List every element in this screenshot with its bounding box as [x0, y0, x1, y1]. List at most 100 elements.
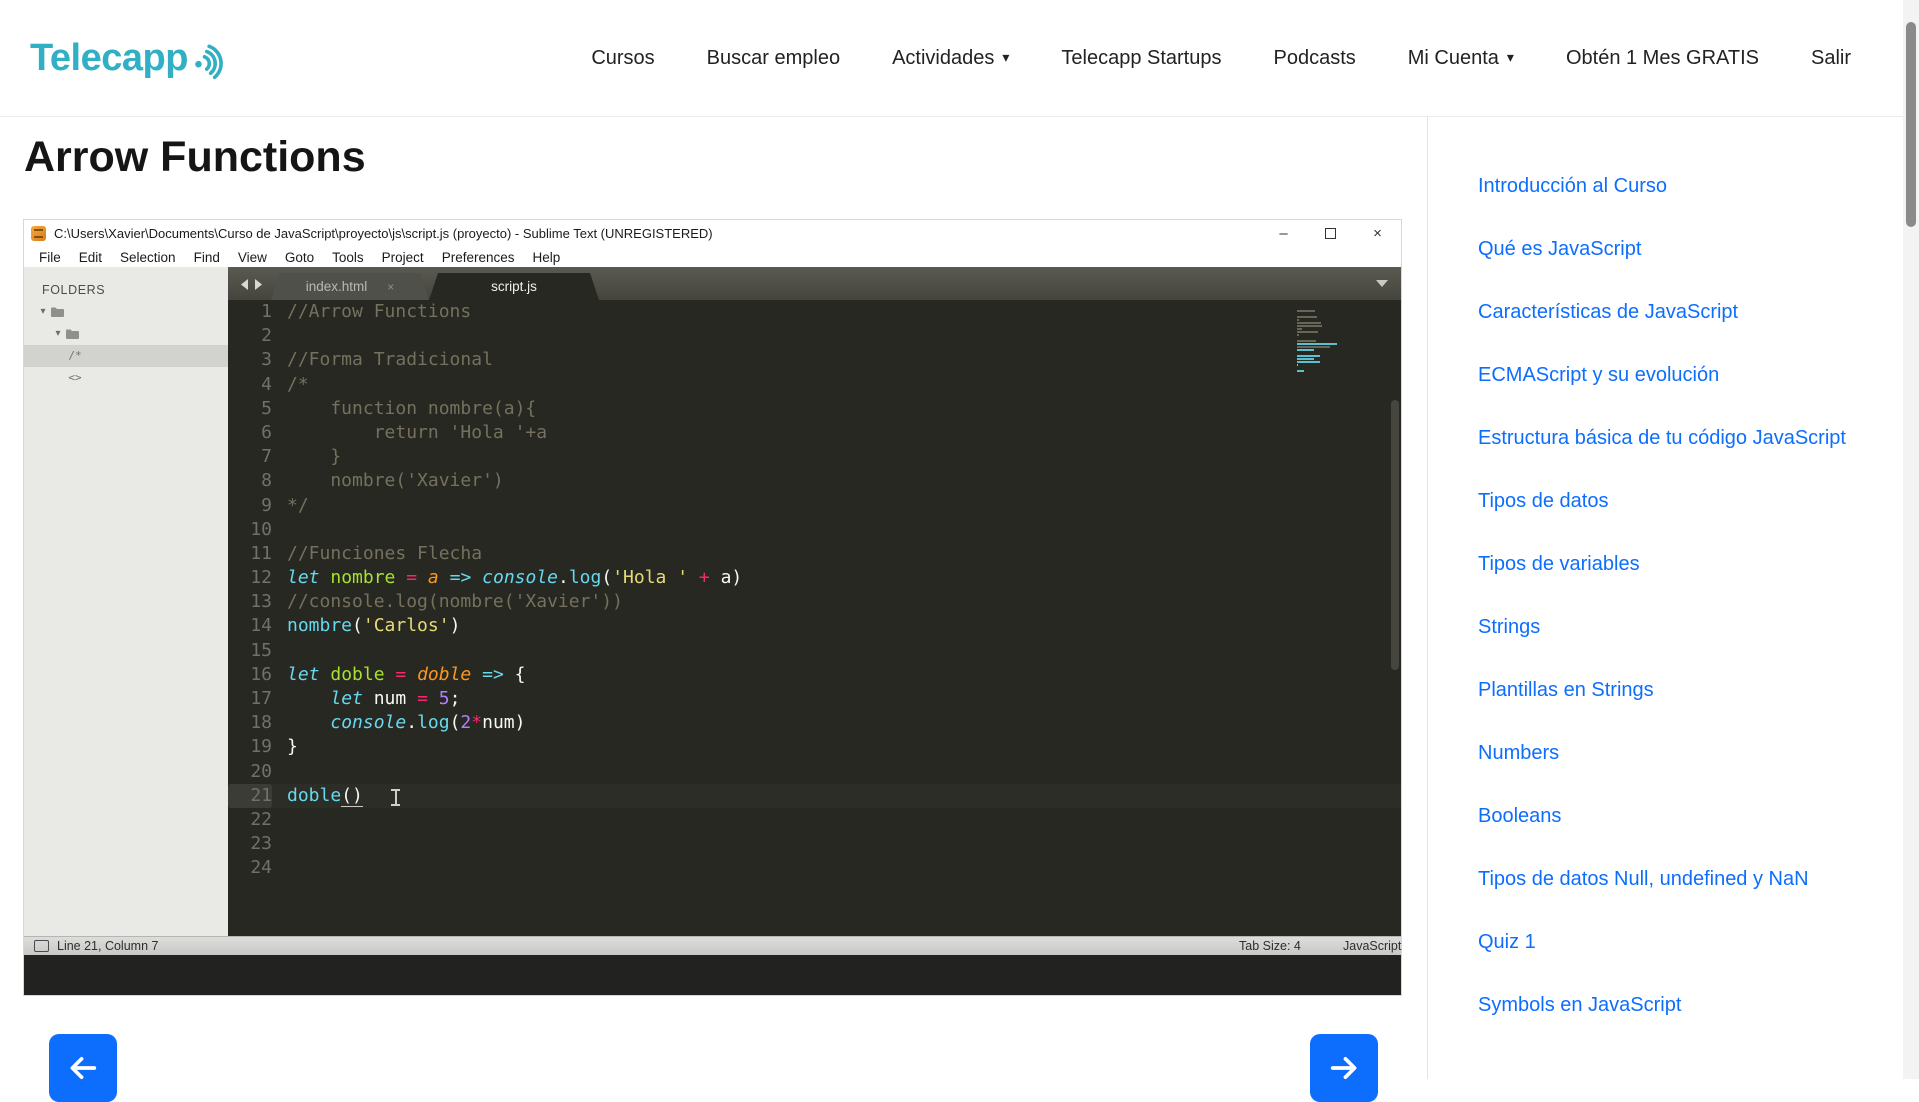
- chevron-down-icon: ▾: [1507, 49, 1514, 65]
- nav-link-salir[interactable]: Salir: [1811, 47, 1851, 70]
- course-link-plantillas-en-strings[interactable]: Plantillas en Strings: [1478, 671, 1873, 709]
- course-link-booleans[interactable]: Booleans: [1478, 797, 1873, 835]
- tab-label: script.js: [491, 279, 537, 294]
- tab-close-icon: ×: [387, 280, 394, 294]
- code-text: nombre('Xavier'): [287, 470, 504, 491]
- code-line-10: 10: [228, 518, 1401, 542]
- navbar-links: Cursos Buscar empleo Actividades▾ Telecapp …: [591, 47, 1851, 70]
- menu-item-tools: Tools: [323, 250, 373, 265]
- window-title-bar: C:\Users\Xavier\Documents\Curso de JavaS…: [24, 220, 1401, 247]
- tab-index-html: index.html ×: [271, 273, 429, 300]
- line-number: 24: [228, 856, 272, 880]
- tree-item-js: ▾: [24, 323, 228, 345]
- cursor-position-status: Line 21, Column 7: [57, 939, 158, 953]
- code-text: /*: [287, 374, 309, 395]
- code-line-20: 20: [228, 760, 1401, 784]
- file-type-icon: <>: [66, 367, 84, 389]
- course-link-numbers[interactable]: Numbers: [1478, 734, 1873, 772]
- code-line-2: 2: [228, 324, 1401, 348]
- nav-link-cursos[interactable]: Cursos: [591, 47, 654, 70]
- code-line-7: 7 }: [228, 445, 1401, 469]
- code-text: //Funciones Flecha: [287, 543, 482, 564]
- next-lesson-button[interactable]: [1310, 1034, 1378, 1102]
- folder-icon: [65, 328, 80, 340]
- menu-item-view: View: [229, 250, 276, 265]
- tree-item-script-js: /*: [24, 345, 228, 367]
- text-cursor-ibeam-icon: [391, 789, 400, 806]
- arrow-left-icon: [66, 1051, 100, 1085]
- page-scrollbar-thumb[interactable]: [1906, 22, 1916, 227]
- line-number: 16: [228, 663, 272, 687]
- code-text: doble(): [287, 785, 363, 807]
- menu-item-edit: Edit: [70, 250, 111, 265]
- code-text: let num = 5;: [287, 688, 460, 709]
- folders-sidebar: FOLDERS ▾▾/*<>: [24, 267, 228, 936]
- window-title: C:\Users\Xavier\Documents\Curso de JavaS…: [54, 226, 713, 241]
- close-icon: ×: [1354, 220, 1401, 247]
- course-link-tipos-de-variables[interactable]: Tipos de variables: [1478, 545, 1873, 583]
- nav-link-podcasts[interactable]: Podcasts: [1274, 47, 1356, 70]
- prev-lesson-button[interactable]: [49, 1034, 117, 1102]
- status-panel-icon: [34, 940, 49, 952]
- line-number: 19: [228, 735, 272, 759]
- line-number: 8: [228, 469, 272, 493]
- menu-item-find: Find: [185, 250, 229, 265]
- maximize-icon: [1307, 220, 1354, 247]
- nav-link-obten-1-mes-gratis[interactable]: Obtén 1 Mes GRATIS: [1566, 47, 1759, 70]
- sound-wave-icon: [187, 37, 234, 87]
- code-line-1: 1//Arrow Functions: [228, 300, 1401, 324]
- course-link-symbols-en-javascript[interactable]: Symbols en JavaScript: [1478, 986, 1873, 1024]
- line-number: 18: [228, 711, 272, 735]
- lesson-video-sublime-editor[interactable]: C:\Users\Xavier\Documents\Curso de JavaS…: [24, 220, 1401, 995]
- course-link-caracteristicas-de-javascript[interactable]: Características de JavaScript: [1478, 293, 1873, 331]
- code-line-16: 16let doble = doble => {: [228, 663, 1401, 687]
- line-number: 23: [228, 832, 272, 856]
- code-text: function nombre(a){: [287, 398, 536, 419]
- tab-script-js: script.js: [429, 273, 599, 300]
- folder-icon: [50, 306, 65, 318]
- course-link-que-es-javascript[interactable]: Qué es JavaScript: [1478, 230, 1873, 268]
- code-text: */: [287, 495, 309, 516]
- line-number: 2: [228, 324, 272, 348]
- course-link-estructura-basica-de-tu-codigo-javascript[interactable]: Estructura básica de tu código JavaScrip…: [1478, 419, 1873, 457]
- nav-link-mi-cuenta[interactable]: Mi Cuenta▾: [1408, 47, 1514, 70]
- nav-link-buscar-empleo[interactable]: Buscar empleo: [707, 47, 840, 70]
- course-link-strings[interactable]: Strings: [1478, 608, 1873, 646]
- code-line-19: 19}: [228, 735, 1401, 759]
- minimize-icon: –: [1260, 220, 1307, 247]
- line-number: 15: [228, 639, 272, 663]
- chevron-down-icon: ▾: [1002, 49, 1009, 65]
- code-text: }: [287, 736, 298, 757]
- editor-scrollbar-thumb: [1391, 400, 1399, 670]
- nav-link-telecapp-startups[interactable]: Telecapp Startups: [1061, 47, 1221, 70]
- course-link-ecmascript-y-su-evolucion[interactable]: ECMAScript y su evolución: [1478, 356, 1873, 394]
- code-line-4: 4/*: [228, 373, 1401, 397]
- menu-item-preferences: Preferences: [433, 250, 524, 265]
- sublime-text-icon: [31, 226, 46, 241]
- code-text: nombre('Carlos'): [287, 615, 460, 636]
- syntax-status: JavaScript: [1343, 939, 1401, 953]
- code-line-15: 15: [228, 639, 1401, 663]
- course-link-quiz-1[interactable]: Quiz 1: [1478, 923, 1873, 961]
- course-link-tipos-de-datos-null-undefined-y-nan[interactable]: Tipos de datos Null, undefined y NaN: [1478, 860, 1873, 898]
- menu-item-selection: Selection: [111, 250, 185, 265]
- line-number: 20: [228, 760, 272, 784]
- minimap: [1297, 310, 1339, 382]
- page-scrollbar-track: [1903, 0, 1919, 1079]
- nav-link-actividades[interactable]: Actividades▾: [892, 47, 1009, 70]
- code-area: 1//Arrow Functions23//Forma Tradicional4…: [228, 300, 1401, 917]
- code-line-18: 18 console.log(2*num): [228, 711, 1401, 735]
- code-text: //console.log(nombre('Xavier')): [287, 591, 623, 612]
- course-outline-sidebar: Introducción al Curso Qué es JavaScript Ca…: [1427, 117, 1903, 1079]
- code-line-5: 5 function nombre(a){: [228, 397, 1401, 421]
- editor-column: index.html×script.js 1//Arrow Functions2…: [228, 267, 1401, 936]
- telecapp-logo[interactable]: Telecapp: [30, 32, 231, 84]
- course-link-introduccion-al-curso[interactable]: Introducción al Curso: [1478, 167, 1873, 205]
- code-text: //Arrow Functions: [287, 301, 471, 322]
- line-number: 22: [228, 808, 272, 832]
- tab-label: index.html: [306, 279, 368, 294]
- menu-item-project: Project: [373, 250, 433, 265]
- course-link-tipos-de-datos[interactable]: Tipos de datos: [1478, 482, 1873, 520]
- code-line-6: 6 return 'Hola '+a: [228, 421, 1401, 445]
- editor-tab-bar: index.html × script.js: [228, 267, 1401, 300]
